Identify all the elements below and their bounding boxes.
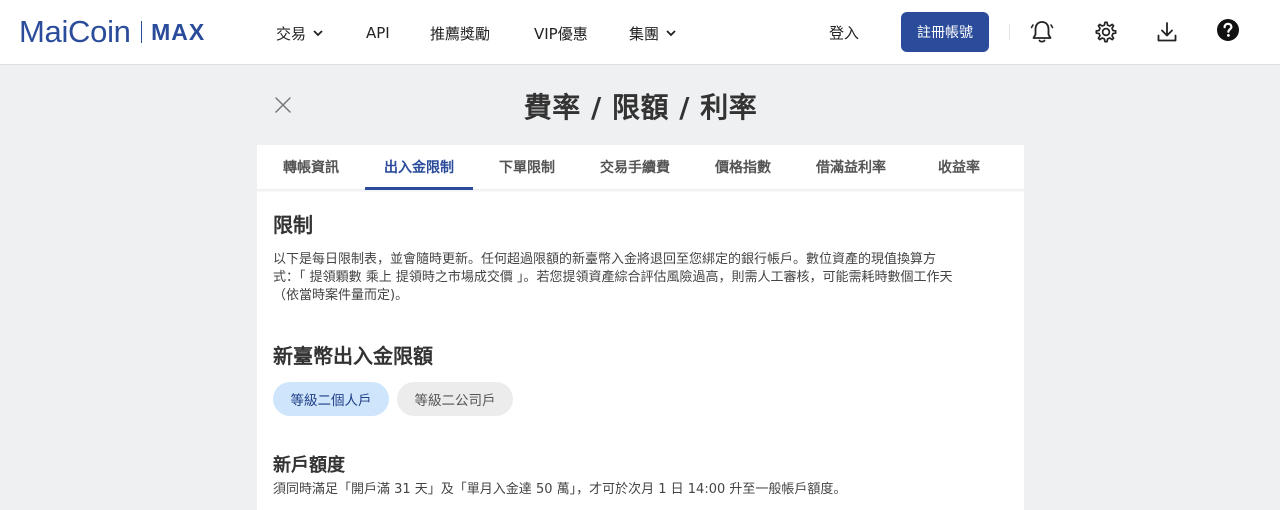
nav-group-label: 集團 xyxy=(629,24,660,43)
tab-yield-rates[interactable]: 收益率 xyxy=(905,145,1013,189)
maicoin-max-logo[interactable]: MaiCoin MAX xyxy=(19,14,205,50)
limits-section-title: 限制 xyxy=(273,213,313,237)
nav-trade[interactable]: 交易 xyxy=(276,22,323,44)
logo-separator xyxy=(140,21,143,43)
nav-vip[interactable]: VIP優惠 xyxy=(534,22,588,44)
nav-api[interactable]: API xyxy=(366,22,390,44)
register-button[interactable]: 註冊帳號 xyxy=(901,12,989,52)
tab-bar: 轉帳資訊 出入金限制 下單限制 交易手續費 價格指數 借滿益利率 收益率 xyxy=(257,145,1024,190)
chevron-down-icon xyxy=(313,29,323,36)
intro-line: 式：「 提領顆數 乘上 提領時之市場成交價 」。若您提領資產綜合評估風險過高，則… xyxy=(273,270,953,285)
content-card: 轉帳資訊 出入金限制 下單限制 交易手續費 價格指數 借滿益利率 收益率 限制 … xyxy=(257,145,1024,510)
nav-trade-label: 交易 xyxy=(276,24,307,43)
pill-level2-individual[interactable]: 等級二個人戶 xyxy=(273,382,389,416)
tab-deposit-withdraw-limits[interactable]: 出入金限制 xyxy=(365,145,473,190)
chevron-down-icon xyxy=(666,29,676,36)
nav-referral-label: 推薦獎勵 xyxy=(430,24,491,43)
tab-order-limits[interactable]: 下單限制 xyxy=(473,145,581,189)
nav-vip-label: VIP優惠 xyxy=(534,24,588,43)
limits-intro-text: 以下是每日限制表，並會隨時更新。任何超過限額的新臺幣入金將退回至您綁定的銀行帳戶… xyxy=(273,251,1008,305)
bell-icon[interactable] xyxy=(1029,19,1055,45)
new-account-limit-desc: 須同時滿足「開戶滿 31 天」及「單月入金達 50 萬」，才可於次月 1 日 1… xyxy=(273,482,847,497)
tab-lending-rates[interactable]: 借滿益利率 xyxy=(797,145,905,189)
nav-api-label: API xyxy=(366,24,390,42)
tab-transfer-info[interactable]: 轉帳資訊 xyxy=(257,145,365,189)
tab-price-index[interactable]: 價格指數 xyxy=(689,145,797,189)
download-icon[interactable] xyxy=(1154,19,1180,45)
logo-max-text: MAX xyxy=(151,18,206,45)
new-account-limit-title: 新戶額度 xyxy=(273,455,345,476)
intro-line: （依當時案件量而定)。 xyxy=(273,288,409,303)
pill-level2-corporate[interactable]: 等級二公司戶 xyxy=(397,382,513,416)
nav-referral[interactable]: 推薦獎勵 xyxy=(430,22,490,44)
twd-limits-title: 新臺幣出入金限額 xyxy=(273,344,433,368)
intro-line: 以下是每日限制表，並會隨時更新。任何超過限額的新臺幣入金將退回至您綁定的銀行帳戶… xyxy=(273,252,937,267)
nav-group[interactable]: 集團 xyxy=(629,22,676,44)
header-divider xyxy=(1009,24,1010,40)
page-title: 費率 / 限額 / 利率 xyxy=(523,91,758,124)
top-header: MaiCoin MAX 交易 API 推薦獎勵 VIP優惠 集團 登入 註冊帳號 xyxy=(0,0,1280,65)
login-link[interactable]: 登入 xyxy=(829,22,859,43)
logo-maicoin-text: MaiCoin xyxy=(19,14,131,49)
gear-icon[interactable] xyxy=(1093,19,1119,45)
help-icon[interactable] xyxy=(1215,17,1241,43)
tab-bar-shadow xyxy=(257,190,1024,193)
tab-trading-fees[interactable]: 交易手續費 xyxy=(581,145,689,189)
